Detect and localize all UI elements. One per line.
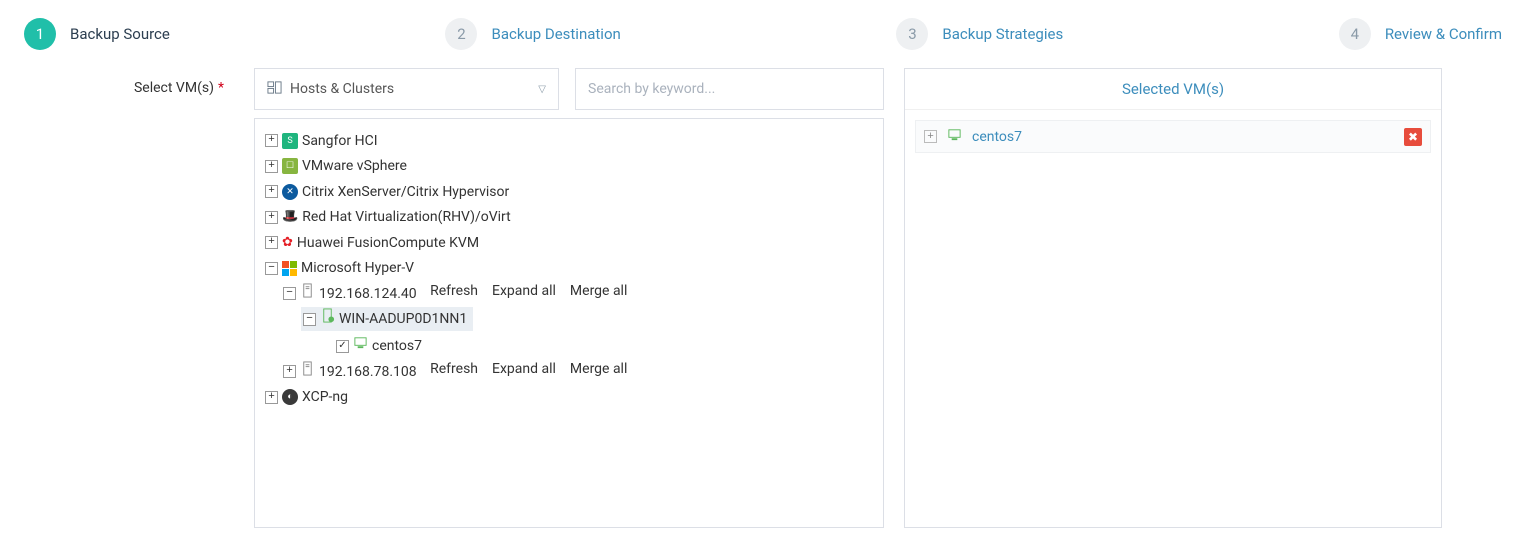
expand-icon[interactable]: + xyxy=(265,185,278,198)
remove-vm-button[interactable]: ✖ xyxy=(1404,128,1422,146)
host-green-icon xyxy=(320,308,335,330)
selected-vms-header: Selected VM(s) xyxy=(905,69,1441,110)
tree-node-hyperv[interactable]: − Microsoft Hyper-V xyxy=(265,256,414,280)
field-label-select-vms: Select VM(s)* xyxy=(24,68,234,528)
selected-vm-item: + centos7 ✖ xyxy=(915,120,1431,153)
expand-icon[interactable]: + xyxy=(283,365,296,378)
step-number: 4 xyxy=(1339,18,1371,50)
redhat-icon: 🎩 xyxy=(282,206,298,228)
vmware-icon: ☐ xyxy=(282,158,298,174)
step-number: 2 xyxy=(445,18,477,50)
tree-node-windows-host[interactable]: − WIN-AADUP0D1NN1 xyxy=(301,307,473,331)
step-number: 1 xyxy=(24,18,56,50)
view-selector[interactable]: Hosts & Clusters ▽ xyxy=(254,68,559,110)
chevron-down-icon: ▽ xyxy=(538,84,546,95)
step-label: Backup Source xyxy=(70,25,170,43)
expand-icon[interactable]: + xyxy=(265,134,278,147)
vm-icon xyxy=(353,335,368,357)
expand-icon[interactable]: + xyxy=(265,236,278,249)
step-label: Backup Strategies xyxy=(942,25,1063,43)
tree-node-redhat[interactable]: + 🎩 Red Hat Virtualization(RHV)/oVirt xyxy=(265,205,511,229)
wizard-steps: 1 Backup Source 2 Backup Destination 3 B… xyxy=(0,0,1526,68)
refresh-link[interactable]: Refresh xyxy=(430,358,478,380)
expand-icon[interactable]: + xyxy=(265,160,278,173)
search-box[interactable] xyxy=(575,68,884,110)
step-review-confirm[interactable]: 4 Review & Confirm xyxy=(1339,18,1502,50)
host-server-icon xyxy=(300,361,315,383)
vm-checkbox[interactable]: ✓ xyxy=(336,340,349,353)
step-number: 3 xyxy=(896,18,928,50)
step-backup-source[interactable]: 1 Backup Source xyxy=(24,18,170,50)
vm-icon xyxy=(947,127,962,146)
refresh-link[interactable]: Refresh xyxy=(430,280,478,302)
expand-all-link[interactable]: Expand all xyxy=(492,358,556,380)
expand-icon[interactable]: + xyxy=(265,391,278,404)
expand-all-link[interactable]: Expand all xyxy=(492,280,556,302)
tree-node-citrix[interactable]: + ✕ Citrix XenServer/Citrix Hypervisor xyxy=(265,180,509,204)
expand-icon[interactable]: + xyxy=(265,211,278,224)
tree-node-xcpng[interactable]: + ◐ XCP-ng xyxy=(265,385,348,409)
vm-tree-panel: + S Sangfor HCI + ☐ VMware vSphere xyxy=(254,118,884,528)
tree-node-vmware[interactable]: + ☐ VMware vSphere xyxy=(265,154,407,178)
collapse-icon[interactable]: − xyxy=(303,313,316,326)
xcpng-icon: ◐ xyxy=(282,389,298,405)
merge-all-link[interactable]: Merge all xyxy=(570,280,627,302)
collapse-icon[interactable]: − xyxy=(283,287,296,300)
step-backup-strategies[interactable]: 3 Backup Strategies xyxy=(896,18,1063,50)
tree-node-vm-centos7[interactable]: ✓ centos7 xyxy=(319,334,422,358)
collapse-icon[interactable]: − xyxy=(265,262,278,275)
tree-node-host-1[interactable]: − 192.168.124.40 xyxy=(283,282,417,306)
expand-icon[interactable]: + xyxy=(924,130,937,143)
selected-vm-name: centos7 xyxy=(972,129,1394,145)
merge-all-link[interactable]: Merge all xyxy=(570,358,627,380)
view-selector-label: Hosts & Clusters xyxy=(290,81,394,97)
tree-node-sangfor[interactable]: + S Sangfor HCI xyxy=(265,129,378,153)
step-label: Review & Confirm xyxy=(1385,25,1502,43)
huawei-icon: ✿ xyxy=(282,232,293,254)
citrix-icon: ✕ xyxy=(282,184,298,200)
step-label: Backup Destination xyxy=(491,25,620,43)
selected-vms-panel: Selected VM(s) + centos7 ✖ xyxy=(904,68,1442,528)
step-backup-destination[interactable]: 2 Backup Destination xyxy=(445,18,620,50)
sangfor-icon: S xyxy=(282,133,298,149)
tree-node-huawei[interactable]: + ✿ Huawei FusionCompute KVM xyxy=(265,231,479,255)
hosts-clusters-icon xyxy=(267,80,282,99)
microsoft-icon xyxy=(282,261,297,276)
host-server-icon xyxy=(300,283,315,305)
tree-node-host-2[interactable]: + 192.168.78.108 xyxy=(283,360,417,384)
search-input[interactable] xyxy=(588,81,871,97)
